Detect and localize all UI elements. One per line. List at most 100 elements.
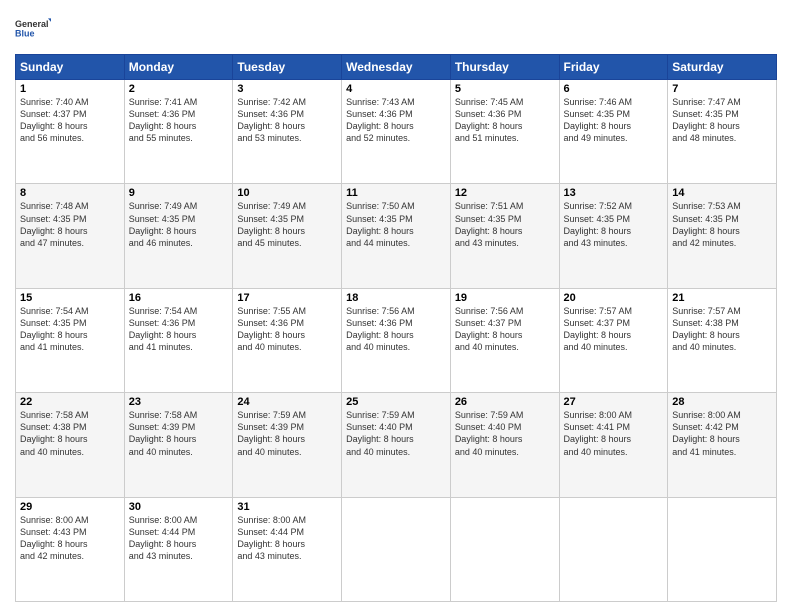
day-number: 13 bbox=[564, 187, 664, 199]
day-number: 17 bbox=[237, 292, 337, 304]
day-info: Sunrise: 7:42 AM Sunset: 4:36 PM Dayligh… bbox=[237, 96, 337, 145]
day-number: 26 bbox=[455, 396, 555, 408]
day-info: Sunrise: 7:49 AM Sunset: 4:35 PM Dayligh… bbox=[129, 200, 229, 249]
calendar: SundayMondayTuesdayWednesdayThursdayFrid… bbox=[15, 54, 777, 602]
day-number: 21 bbox=[672, 292, 772, 304]
logo: General Blue bbox=[15, 10, 51, 46]
day-number: 6 bbox=[564, 83, 664, 95]
day-info: Sunrise: 7:52 AM Sunset: 4:35 PM Dayligh… bbox=[564, 200, 664, 249]
day-info: Sunrise: 7:58 AM Sunset: 4:38 PM Dayligh… bbox=[20, 409, 120, 458]
day-info: Sunrise: 7:59 AM Sunset: 4:40 PM Dayligh… bbox=[455, 409, 555, 458]
day-info: Sunrise: 7:49 AM Sunset: 4:35 PM Dayligh… bbox=[237, 200, 337, 249]
calendar-header-row: SundayMondayTuesdayWednesdayThursdayFrid… bbox=[16, 55, 777, 80]
day-info: Sunrise: 7:57 AM Sunset: 4:37 PM Dayligh… bbox=[564, 305, 664, 354]
day-number: 20 bbox=[564, 292, 664, 304]
calendar-cell: 7Sunrise: 7:47 AM Sunset: 4:35 PM Daylig… bbox=[668, 80, 777, 184]
calendar-cell: 15Sunrise: 7:54 AM Sunset: 4:35 PM Dayli… bbox=[16, 288, 125, 392]
day-number: 3 bbox=[237, 83, 337, 95]
day-number: 1 bbox=[20, 83, 120, 95]
calendar-cell: 24Sunrise: 7:59 AM Sunset: 4:39 PM Dayli… bbox=[233, 393, 342, 497]
calendar-header-saturday: Saturday bbox=[668, 55, 777, 80]
calendar-cell: 30Sunrise: 8:00 AM Sunset: 4:44 PM Dayli… bbox=[124, 497, 233, 601]
day-info: Sunrise: 8:00 AM Sunset: 4:44 PM Dayligh… bbox=[129, 514, 229, 563]
calendar-cell: 21Sunrise: 7:57 AM Sunset: 4:38 PM Dayli… bbox=[668, 288, 777, 392]
day-info: Sunrise: 7:55 AM Sunset: 4:36 PM Dayligh… bbox=[237, 305, 337, 354]
day-info: Sunrise: 7:59 AM Sunset: 4:40 PM Dayligh… bbox=[346, 409, 446, 458]
day-number: 27 bbox=[564, 396, 664, 408]
calendar-cell: 12Sunrise: 7:51 AM Sunset: 4:35 PM Dayli… bbox=[450, 184, 559, 288]
calendar-cell: 13Sunrise: 7:52 AM Sunset: 4:35 PM Dayli… bbox=[559, 184, 668, 288]
calendar-cell: 5Sunrise: 7:45 AM Sunset: 4:36 PM Daylig… bbox=[450, 80, 559, 184]
calendar-cell: 18Sunrise: 7:56 AM Sunset: 4:36 PM Dayli… bbox=[342, 288, 451, 392]
day-info: Sunrise: 8:00 AM Sunset: 4:43 PM Dayligh… bbox=[20, 514, 120, 563]
day-number: 11 bbox=[346, 187, 446, 199]
day-info: Sunrise: 7:43 AM Sunset: 4:36 PM Dayligh… bbox=[346, 96, 446, 145]
calendar-header-friday: Friday bbox=[559, 55, 668, 80]
calendar-week-2: 8Sunrise: 7:48 AM Sunset: 4:35 PM Daylig… bbox=[16, 184, 777, 288]
calendar-cell: 6Sunrise: 7:46 AM Sunset: 4:35 PM Daylig… bbox=[559, 80, 668, 184]
day-number: 29 bbox=[20, 501, 120, 513]
day-number: 5 bbox=[455, 83, 555, 95]
calendar-header-sunday: Sunday bbox=[16, 55, 125, 80]
day-info: Sunrise: 7:48 AM Sunset: 4:35 PM Dayligh… bbox=[20, 200, 120, 249]
calendar-cell bbox=[450, 497, 559, 601]
calendar-cell: 27Sunrise: 8:00 AM Sunset: 4:41 PM Dayli… bbox=[559, 393, 668, 497]
day-info: Sunrise: 7:56 AM Sunset: 4:37 PM Dayligh… bbox=[455, 305, 555, 354]
header: General Blue bbox=[15, 10, 777, 46]
day-number: 16 bbox=[129, 292, 229, 304]
day-number: 19 bbox=[455, 292, 555, 304]
calendar-cell: 25Sunrise: 7:59 AM Sunset: 4:40 PM Dayli… bbox=[342, 393, 451, 497]
day-number: 31 bbox=[237, 501, 337, 513]
day-info: Sunrise: 7:56 AM Sunset: 4:36 PM Dayligh… bbox=[346, 305, 446, 354]
day-info: Sunrise: 7:40 AM Sunset: 4:37 PM Dayligh… bbox=[20, 96, 120, 145]
calendar-cell: 23Sunrise: 7:58 AM Sunset: 4:39 PM Dayli… bbox=[124, 393, 233, 497]
day-number: 7 bbox=[672, 83, 772, 95]
calendar-cell: 17Sunrise: 7:55 AM Sunset: 4:36 PM Dayli… bbox=[233, 288, 342, 392]
calendar-cell: 3Sunrise: 7:42 AM Sunset: 4:36 PM Daylig… bbox=[233, 80, 342, 184]
svg-text:General: General bbox=[15, 19, 49, 29]
day-number: 4 bbox=[346, 83, 446, 95]
day-number: 8 bbox=[20, 187, 120, 199]
day-number: 25 bbox=[346, 396, 446, 408]
calendar-cell: 16Sunrise: 7:54 AM Sunset: 4:36 PM Dayli… bbox=[124, 288, 233, 392]
calendar-cell: 28Sunrise: 8:00 AM Sunset: 4:42 PM Dayli… bbox=[668, 393, 777, 497]
day-info: Sunrise: 7:47 AM Sunset: 4:35 PM Dayligh… bbox=[672, 96, 772, 145]
calendar-cell: 11Sunrise: 7:50 AM Sunset: 4:35 PM Dayli… bbox=[342, 184, 451, 288]
day-info: Sunrise: 7:57 AM Sunset: 4:38 PM Dayligh… bbox=[672, 305, 772, 354]
day-info: Sunrise: 7:53 AM Sunset: 4:35 PM Dayligh… bbox=[672, 200, 772, 249]
page: General Blue SundayMondayTuesdayWednesda… bbox=[0, 0, 792, 612]
calendar-cell: 8Sunrise: 7:48 AM Sunset: 4:35 PM Daylig… bbox=[16, 184, 125, 288]
calendar-header-monday: Monday bbox=[124, 55, 233, 80]
day-info: Sunrise: 7:59 AM Sunset: 4:39 PM Dayligh… bbox=[237, 409, 337, 458]
day-info: Sunrise: 7:41 AM Sunset: 4:36 PM Dayligh… bbox=[129, 96, 229, 145]
day-number: 24 bbox=[237, 396, 337, 408]
day-info: Sunrise: 7:45 AM Sunset: 4:36 PM Dayligh… bbox=[455, 96, 555, 145]
calendar-cell: 22Sunrise: 7:58 AM Sunset: 4:38 PM Dayli… bbox=[16, 393, 125, 497]
calendar-cell: 4Sunrise: 7:43 AM Sunset: 4:36 PM Daylig… bbox=[342, 80, 451, 184]
day-number: 2 bbox=[129, 83, 229, 95]
day-info: Sunrise: 7:50 AM Sunset: 4:35 PM Dayligh… bbox=[346, 200, 446, 249]
calendar-header-wednesday: Wednesday bbox=[342, 55, 451, 80]
calendar-cell: 31Sunrise: 8:00 AM Sunset: 4:44 PM Dayli… bbox=[233, 497, 342, 601]
calendar-cell bbox=[342, 497, 451, 601]
day-info: Sunrise: 7:54 AM Sunset: 4:35 PM Dayligh… bbox=[20, 305, 120, 354]
day-number: 15 bbox=[20, 292, 120, 304]
day-info: Sunrise: 7:58 AM Sunset: 4:39 PM Dayligh… bbox=[129, 409, 229, 458]
day-info: Sunrise: 8:00 AM Sunset: 4:41 PM Dayligh… bbox=[564, 409, 664, 458]
day-number: 28 bbox=[672, 396, 772, 408]
calendar-cell: 9Sunrise: 7:49 AM Sunset: 4:35 PM Daylig… bbox=[124, 184, 233, 288]
calendar-cell: 2Sunrise: 7:41 AM Sunset: 4:36 PM Daylig… bbox=[124, 80, 233, 184]
calendar-week-5: 29Sunrise: 8:00 AM Sunset: 4:43 PM Dayli… bbox=[16, 497, 777, 601]
day-number: 9 bbox=[129, 187, 229, 199]
calendar-cell: 29Sunrise: 8:00 AM Sunset: 4:43 PM Dayli… bbox=[16, 497, 125, 601]
day-number: 10 bbox=[237, 187, 337, 199]
day-number: 22 bbox=[20, 396, 120, 408]
day-info: Sunrise: 7:51 AM Sunset: 4:35 PM Dayligh… bbox=[455, 200, 555, 249]
calendar-week-3: 15Sunrise: 7:54 AM Sunset: 4:35 PM Dayli… bbox=[16, 288, 777, 392]
calendar-cell: 26Sunrise: 7:59 AM Sunset: 4:40 PM Dayli… bbox=[450, 393, 559, 497]
day-number: 12 bbox=[455, 187, 555, 199]
svg-text:Blue: Blue bbox=[15, 28, 35, 38]
day-number: 14 bbox=[672, 187, 772, 199]
logo-svg: General Blue bbox=[15, 10, 51, 46]
calendar-cell: 10Sunrise: 7:49 AM Sunset: 4:35 PM Dayli… bbox=[233, 184, 342, 288]
